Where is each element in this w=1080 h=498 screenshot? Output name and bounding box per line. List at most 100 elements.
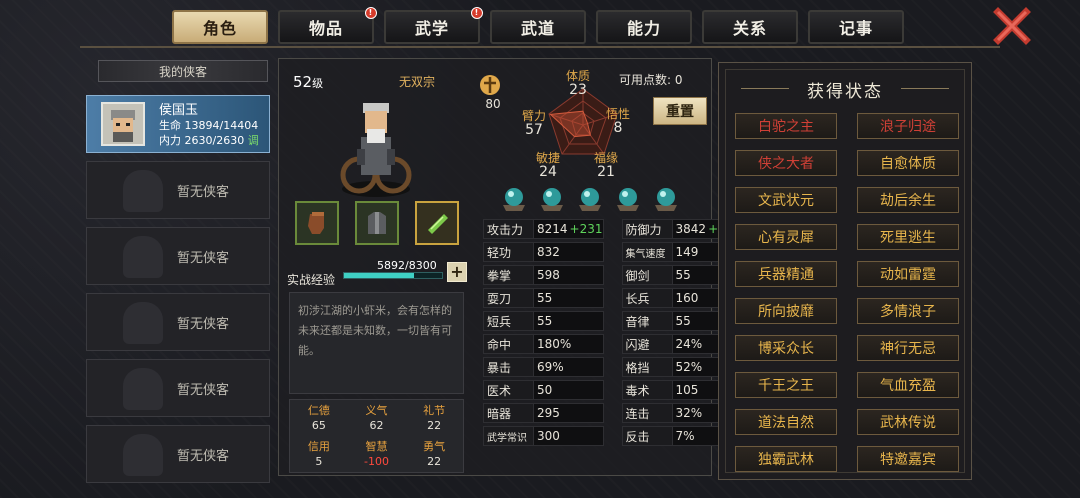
silhouette-icon (123, 236, 163, 278)
status-badge[interactable]: 道法自然 (735, 409, 837, 435)
status-badge[interactable]: 独霸武林 (735, 446, 837, 472)
status-badge[interactable]: 劫后余生 (857, 187, 959, 213)
status-badge[interactable]: 动如雷霆 (857, 261, 959, 287)
exp-bar-fill (344, 273, 414, 278)
character-panel: 52级 无双宗 实战经验 5892/8300 + 初涉江湖的小虾米，会有怎样的未… (278, 58, 743, 476)
stat-row: 攻击力 8214 +231 (483, 219, 604, 239)
stat-name: 耍刀 (484, 289, 534, 307)
stat-name: 暗器 (484, 404, 534, 422)
tab-journal[interactable]: 记事 (808, 10, 904, 44)
status-badge[interactable]: 浪子归途 (857, 113, 959, 139)
adjust-button[interactable]: 调 (248, 134, 259, 147)
stat-value: 3842 (675, 222, 707, 236)
status-badge[interactable]: 武林传说 (857, 409, 959, 435)
status-badge[interactable]: 兵器精通 (735, 261, 837, 287)
attr-label-fortune: 福缘 21 (593, 151, 618, 180)
empty-hero-slot[interactable]: 暂无侠客 (86, 161, 270, 219)
status-panel-title: 获得状态 (719, 77, 971, 102)
stat-name: 防御力 (622, 220, 673, 238)
empty-hero-slot[interactable]: 暂无侠客 (86, 359, 270, 417)
empty-hero-slot[interactable]: 暂无侠客 (86, 293, 270, 351)
status-badge[interactable]: 千王之王 (735, 372, 837, 398)
silhouette-icon (123, 302, 163, 344)
status-badge[interactable]: 多情浪子 (857, 298, 959, 324)
notification-dot: ! (471, 7, 483, 19)
tab-abilities[interactable]: 能力 (596, 10, 692, 44)
status-badge[interactable]: 心有灵犀 (735, 224, 837, 250)
virtue-item: 勇气 22 (423, 440, 446, 468)
stat-name: 短兵 (484, 312, 534, 330)
status-badge[interactable]: 特邀嘉宾 (857, 446, 959, 472)
stat-value: 160 (675, 291, 699, 305)
equip-slot-gloves[interactable] (295, 201, 339, 245)
hero-name: 侯国玉 (159, 103, 199, 118)
tab-martial-way[interactable]: 武道 (490, 10, 586, 44)
status-badge[interactable]: 神行无忌 (857, 335, 959, 361)
roster-title: 我的侠客 (158, 64, 207, 79)
virtues-grid: 仁德 65 义气 62 礼节 22 信用 5 智慧 -100 勇气 22 (289, 399, 464, 473)
equip-slot-armor[interactable] (355, 201, 399, 245)
status-badge[interactable]: 博采众长 (735, 335, 837, 361)
stat-name: 暴击 (484, 358, 534, 376)
orb-icon[interactable] (501, 185, 527, 213)
orb-icon[interactable] (539, 185, 565, 213)
character-description: 初涉江湖的小虾米，会有怎样的未来还都是未知数，一切皆有可能。 (289, 292, 464, 394)
empty-hero-slot[interactable]: 暂无侠客 (86, 425, 270, 483)
stat-value: 105 (675, 383, 699, 397)
stat-value: 295 (537, 406, 560, 420)
status-badge[interactable]: 白驼之主 (735, 113, 837, 139)
orb-icon[interactable] (577, 185, 603, 213)
tab-martial-arts[interactable]: 武学! (384, 7, 483, 44)
stat-value: 7% (675, 429, 695, 443)
equip-slot-accessory[interactable] (415, 201, 459, 245)
character-title: 无双宗 (399, 75, 436, 89)
stat-name: 反击 (622, 427, 673, 445)
add-exp-button[interactable]: + (447, 262, 467, 282)
status-badge[interactable]: 死里逃生 (857, 224, 959, 250)
stat-row: 轻功 832 (483, 242, 604, 262)
virtue-item: 信用 5 (307, 440, 330, 468)
stat-row: 拳掌 598 (483, 265, 604, 285)
orb-row (501, 185, 679, 213)
character-level: 52级 (293, 73, 324, 91)
stat-value: 8214 (537, 222, 568, 236)
attr-label-strength: 臂力 57 (521, 109, 546, 138)
status-badge[interactable]: 侠之大者 (735, 150, 837, 176)
exp-value: 5892/8300 (377, 259, 437, 272)
stat-name: 毒术 (622, 381, 673, 399)
tab-label: 能力 (626, 19, 661, 38)
attr-label-constitution: 体质 23 (565, 69, 590, 98)
stat-name: 轻功 (484, 243, 534, 261)
hero-mp: 内力 2630/2630 调 (159, 134, 259, 147)
silhouette-icon (123, 170, 163, 212)
stat-row: 暗器 295 (483, 403, 604, 423)
status-badge[interactable]: 文武状元 (735, 187, 837, 213)
attr-label-agility: 敏捷 24 (535, 151, 560, 180)
empty-hero-slot[interactable]: 暂无侠客 (86, 227, 270, 285)
stat-value: 52% (675, 360, 703, 374)
avatar (101, 102, 145, 146)
stat-name: 御剑 (622, 266, 673, 284)
stat-value: 598 (537, 268, 560, 282)
orb-icon[interactable] (653, 185, 679, 213)
tab-relations[interactable]: 关系 (702, 10, 798, 44)
attr-label-insight: 悟性 8 (605, 107, 630, 136)
stat-name: 拳掌 (484, 266, 534, 284)
tab-label: 武学 (414, 19, 449, 38)
tab-character[interactable]: 角色 (172, 10, 268, 44)
close-icon[interactable] (992, 6, 1032, 46)
tab-label: 物品 (308, 19, 343, 38)
stat-value: 149 (675, 245, 699, 259)
stat-value: 69% (537, 360, 564, 374)
stat-name: 医术 (484, 381, 534, 399)
status-badge[interactable]: 所向披靡 (735, 298, 837, 324)
stat-value: 180% (537, 337, 572, 351)
status-badge[interactable]: 气血充盈 (857, 372, 959, 398)
tab-items[interactable]: 物品! (278, 7, 377, 44)
notification-dot: ! (365, 7, 377, 19)
status-badge[interactable]: 自愈体质 (857, 150, 959, 176)
reset-button[interactable]: 重置 (653, 97, 707, 125)
stat-name: 连击 (622, 404, 673, 422)
orb-icon[interactable] (615, 185, 641, 213)
hero-card[interactable]: 侯国玉 生命 13894/14404 内力 2630/2630 调 (86, 95, 270, 153)
